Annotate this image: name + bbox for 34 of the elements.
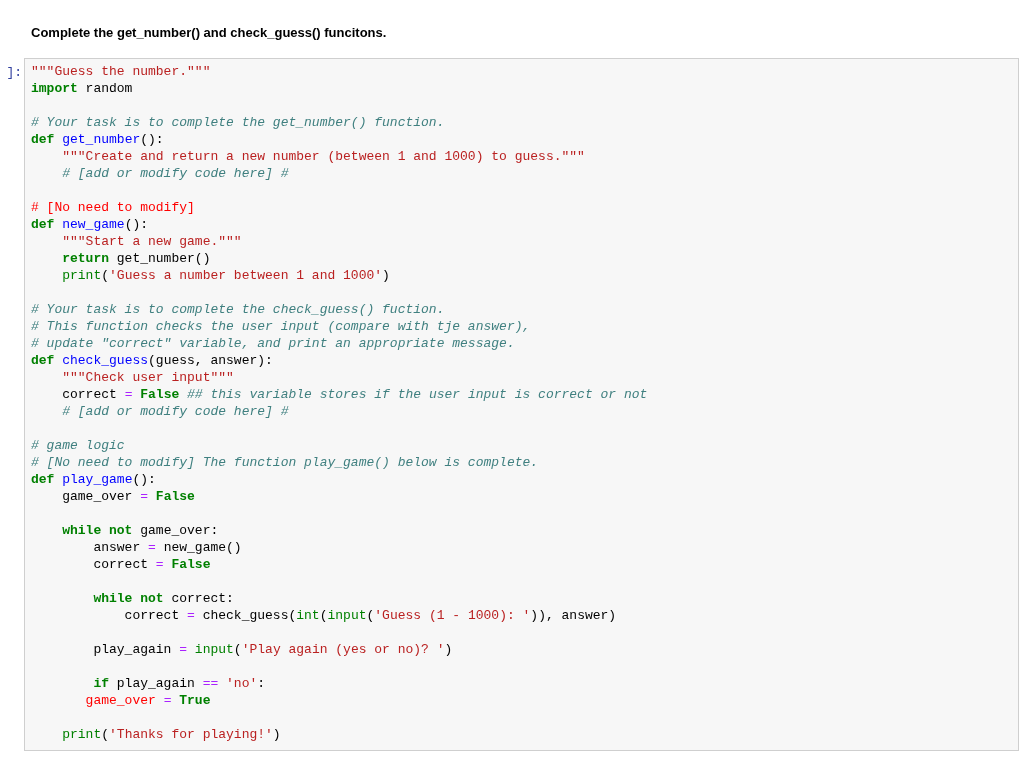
code-line: def play_game(): xyxy=(31,472,156,487)
code-line: # [add or modify code here] # xyxy=(61,166,289,181)
code-line: # This function checks the user input (compare with tje answer), xyxy=(31,319,531,334)
code-line: answer = new_game() xyxy=(92,540,242,555)
code-line: while not correct: xyxy=(92,591,234,606)
code-line: def new_game(): xyxy=(31,217,149,232)
code-line: if play_again == 'no': xyxy=(92,676,266,691)
code-line: # Your task is to complete the check_guess() fuction. xyxy=(31,302,445,317)
cell-prompt: ]: xyxy=(6,64,23,82)
code-line: # game logic xyxy=(31,438,125,453)
code-line: """Create and return a new number (between 1 and 1000) to guess.""" xyxy=(61,149,585,164)
code-line: play_again = input('Play again (yes or no)? ') xyxy=(92,642,453,657)
code-cell[interactable] xyxy=(24,58,1019,751)
instruction-text: Complete the get_number() and check_guess() funcitons. xyxy=(31,25,387,41)
code-line: """Guess the number.""" xyxy=(31,64,211,79)
code-line: def check_guess(guess, answer): xyxy=(31,353,273,368)
code-line: correct = check_guess(int(input('Guess (1 - 1000): ')), answer) xyxy=(123,608,617,623)
code-line: correct = False ## this variable stores if the user input is correct or not xyxy=(61,387,648,402)
code-line: print('Thanks for playing!') xyxy=(61,727,281,742)
code-line: # Your task is to complete the get_number() function. xyxy=(31,115,445,130)
code-line: game_over = True xyxy=(84,693,211,708)
code-line: import random xyxy=(31,81,133,96)
code-line: def get_number(): xyxy=(31,132,164,147)
code-line: print('Guess a number between 1 and 1000') xyxy=(61,268,390,283)
code-line: # [add or modify code here] # xyxy=(61,404,289,419)
code-line: """Check user input""" xyxy=(61,370,234,385)
code-line: game_over = False xyxy=(61,489,195,504)
code-line: # [No need to modify] The function play_game() below is complete. xyxy=(31,455,539,470)
code-line: # update "correct" variable, and print an appropriate message. xyxy=(31,336,515,351)
code-line: """Start a new game.""" xyxy=(61,234,242,249)
code-line: # [No need to modify] xyxy=(31,200,195,215)
code-line: return get_number() xyxy=(61,251,211,266)
code-line: while not game_over: xyxy=(61,523,219,538)
code-line: correct = False xyxy=(92,557,211,572)
